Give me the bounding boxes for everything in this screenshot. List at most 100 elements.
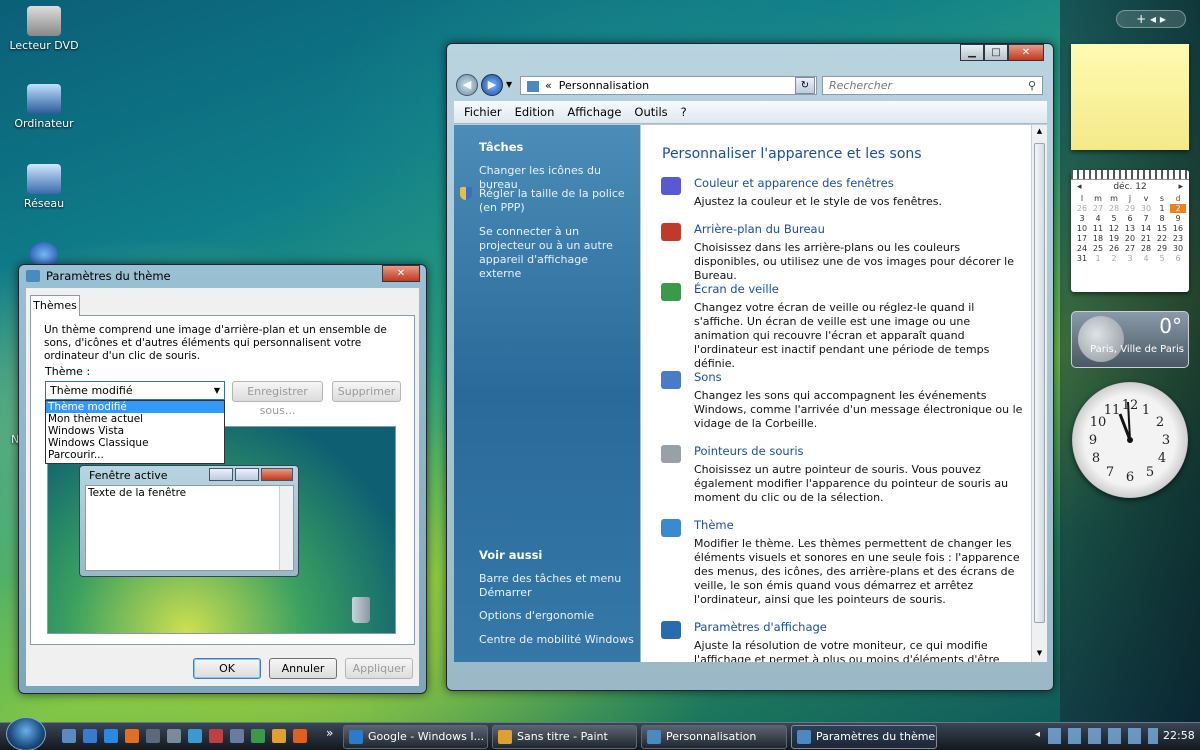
- taskbar-clock[interactable]: 22:58: [1163, 729, 1195, 742]
- calendar-day[interactable]: 27: [1090, 204, 1106, 213]
- prev-month-icon[interactable]: ◂: [1077, 182, 1082, 192]
- section-link[interactable]: Sons: [694, 370, 722, 384]
- quick-launch-icon[interactable]: [167, 729, 181, 743]
- section-link[interactable]: Couleur et apparence des fenêtres: [694, 176, 894, 190]
- calendar-day[interactable]: 16: [1170, 224, 1186, 233]
- delete-button[interactable]: Supprimer: [332, 381, 401, 402]
- option-windows-vista[interactable]: Windows Vista: [46, 425, 224, 437]
- calendar-day[interactable]: 6: [1122, 214, 1138, 223]
- calendar-day[interactable]: 4: [1090, 214, 1106, 223]
- section-link[interactable]: Paramètres d'affichage: [694, 620, 827, 634]
- quick-launch-icon[interactable]: [209, 729, 223, 743]
- section-icon[interactable]: [661, 223, 681, 241]
- theme-dropdown-list[interactable]: Thème modifié Mon thème actuel Windows V…: [45, 400, 225, 464]
- taskbar-button[interactable]: Google - Windows I...: [343, 725, 488, 749]
- next-month-icon[interactable]: ▸: [1178, 182, 1183, 192]
- calendar-day[interactable]: 28: [1138, 244, 1154, 253]
- calendar-day[interactable]: 23: [1170, 234, 1186, 243]
- quick-launch-chevron[interactable]: »: [326, 726, 333, 740]
- ok-button[interactable]: OK: [193, 658, 261, 679]
- taskbar-button[interactable]: Paramètres du thème: [791, 725, 937, 749]
- quick-launch-icon[interactable]: [230, 729, 244, 743]
- menu-edition[interactable]: Edition: [515, 105, 555, 119]
- option-mon-theme[interactable]: Mon thème actuel: [46, 413, 224, 425]
- breadcrumb[interactable]: Personnalisation: [559, 79, 649, 92]
- section-link[interactable]: Thème: [694, 518, 734, 532]
- quick-launch-icon[interactable]: [125, 729, 139, 743]
- weather-gadget[interactable]: 0° Paris, Ville de Paris: [1071, 311, 1189, 368]
- calendar-day[interactable]: 27: [1122, 244, 1138, 253]
- calendar-day[interactable]: 8: [1154, 214, 1170, 223]
- option-windows-classique[interactable]: Windows Classique: [46, 437, 224, 449]
- calendar-day[interactable]: 21: [1138, 234, 1154, 243]
- calendar-day[interactable]: 31: [1074, 254, 1090, 263]
- calendar-day[interactable]: 3: [1074, 214, 1090, 223]
- quick-launch-icon[interactable]: [272, 729, 286, 743]
- calendar-day[interactable]: 11: [1090, 224, 1106, 233]
- notes-gadget[interactable]: [1071, 44, 1189, 150]
- calendar-day[interactable]: 2: [1170, 204, 1186, 213]
- tab-themes[interactable]: Thèmes: [30, 295, 80, 316]
- calendar-day[interactable]: 30: [1170, 244, 1186, 253]
- calendar-day[interactable]: 18: [1090, 234, 1106, 243]
- calendar-day[interactable]: 10: [1074, 224, 1090, 233]
- quick-launch-icon[interactable]: [188, 729, 202, 743]
- calendar-day[interactable]: 25: [1090, 244, 1106, 253]
- calendar-day[interactable]: 26: [1106, 244, 1122, 253]
- menu-affichage[interactable]: Affichage: [567, 105, 621, 119]
- chevron-down-icon[interactable]: ▼: [214, 382, 220, 399]
- breadcrumb-prefix[interactable]: «: [545, 79, 552, 92]
- section-link[interactable]: Écran de veille: [694, 282, 779, 296]
- vertical-scrollbar[interactable]: ▲ ▼: [1031, 125, 1047, 662]
- taskbar-button[interactable]: Personnalisation: [641, 725, 787, 749]
- section-icon[interactable]: [661, 519, 681, 537]
- see-also-taskbar[interactable]: Barre des tâches et menu Démarrer: [479, 572, 629, 600]
- back-button[interactable]: ◀: [456, 74, 478, 96]
- section-link[interactable]: Pointeurs de souris: [694, 444, 804, 458]
- desktop-icon-help[interactable]: Ai: [0, 240, 30, 287]
- sidebar-controls[interactable]: + ◂ ▸: [1116, 10, 1186, 28]
- quick-launch-icon[interactable]: [293, 729, 307, 743]
- scroll-thumb[interactable]: [1034, 143, 1045, 623]
- minimize-button[interactable]: ▁: [960, 44, 984, 61]
- calendar-day[interactable]: 1: [1090, 254, 1106, 263]
- cancel-button[interactable]: Annuler: [269, 658, 337, 679]
- refresh-button[interactable]: ↻: [795, 77, 815, 94]
- calendar-day[interactable]: 5: [1154, 254, 1170, 263]
- scroll-up-icon[interactable]: ▲: [1032, 127, 1047, 135]
- section-icon[interactable]: [661, 445, 681, 463]
- section-link[interactable]: Arrière-plan du Bureau: [694, 222, 825, 236]
- search-input[interactable]: Rechercher ⚲: [822, 76, 1043, 95]
- calendar-day[interactable]: 17: [1074, 234, 1090, 243]
- quick-launch-icon[interactable]: [146, 729, 160, 743]
- desktop-icon-computer[interactable]: Ordinateur: [4, 84, 84, 130]
- save-as-button[interactable]: Enregistrer sous...: [232, 381, 323, 417]
- section-icon[interactable]: [661, 621, 681, 639]
- calendar-day[interactable]: 6: [1170, 254, 1186, 263]
- calendar-day[interactable]: 13: [1122, 224, 1138, 233]
- calendar-day[interactable]: 24: [1074, 244, 1090, 253]
- forward-button[interactable]: ▶: [481, 74, 503, 96]
- start-button[interactable]: [6, 717, 46, 750]
- task-projector[interactable]: Se connecter à un projecteur ou à un aut…: [479, 225, 629, 281]
- calendar-day[interactable]: 1: [1154, 204, 1170, 213]
- section-icon[interactable]: [661, 283, 681, 301]
- maximize-button[interactable]: □: [984, 44, 1008, 61]
- quick-launch-icon[interactable]: [104, 729, 118, 743]
- calendar-day[interactable]: 9: [1170, 214, 1186, 223]
- calendar-day[interactable]: 3: [1122, 254, 1138, 263]
- section-icon[interactable]: [661, 371, 681, 389]
- clock-gadget[interactable]: 12 1 2 3 4 5 6 7 8 9 10 11: [1072, 382, 1188, 498]
- quick-launch-icon[interactable]: [83, 729, 97, 743]
- history-dropdown-icon[interactable]: ▼: [506, 80, 512, 89]
- apply-button[interactable]: Appliquer: [345, 658, 413, 679]
- desktop-icon-network[interactable]: Réseau: [4, 164, 84, 210]
- desktop-icon-dvd[interactable]: Lecteur DVD: [4, 6, 84, 52]
- address-bar[interactable]: « Personnalisation▼: [520, 76, 817, 95]
- calendar-day[interactable]: 20: [1122, 234, 1138, 243]
- calendar-day[interactable]: 15: [1154, 224, 1170, 233]
- calendar-day[interactable]: 4: [1138, 254, 1154, 263]
- section-icon[interactable]: [661, 177, 681, 195]
- calendar-day[interactable]: 26: [1074, 204, 1090, 213]
- see-also-mobility[interactable]: Centre de mobilité Windows: [479, 633, 634, 647]
